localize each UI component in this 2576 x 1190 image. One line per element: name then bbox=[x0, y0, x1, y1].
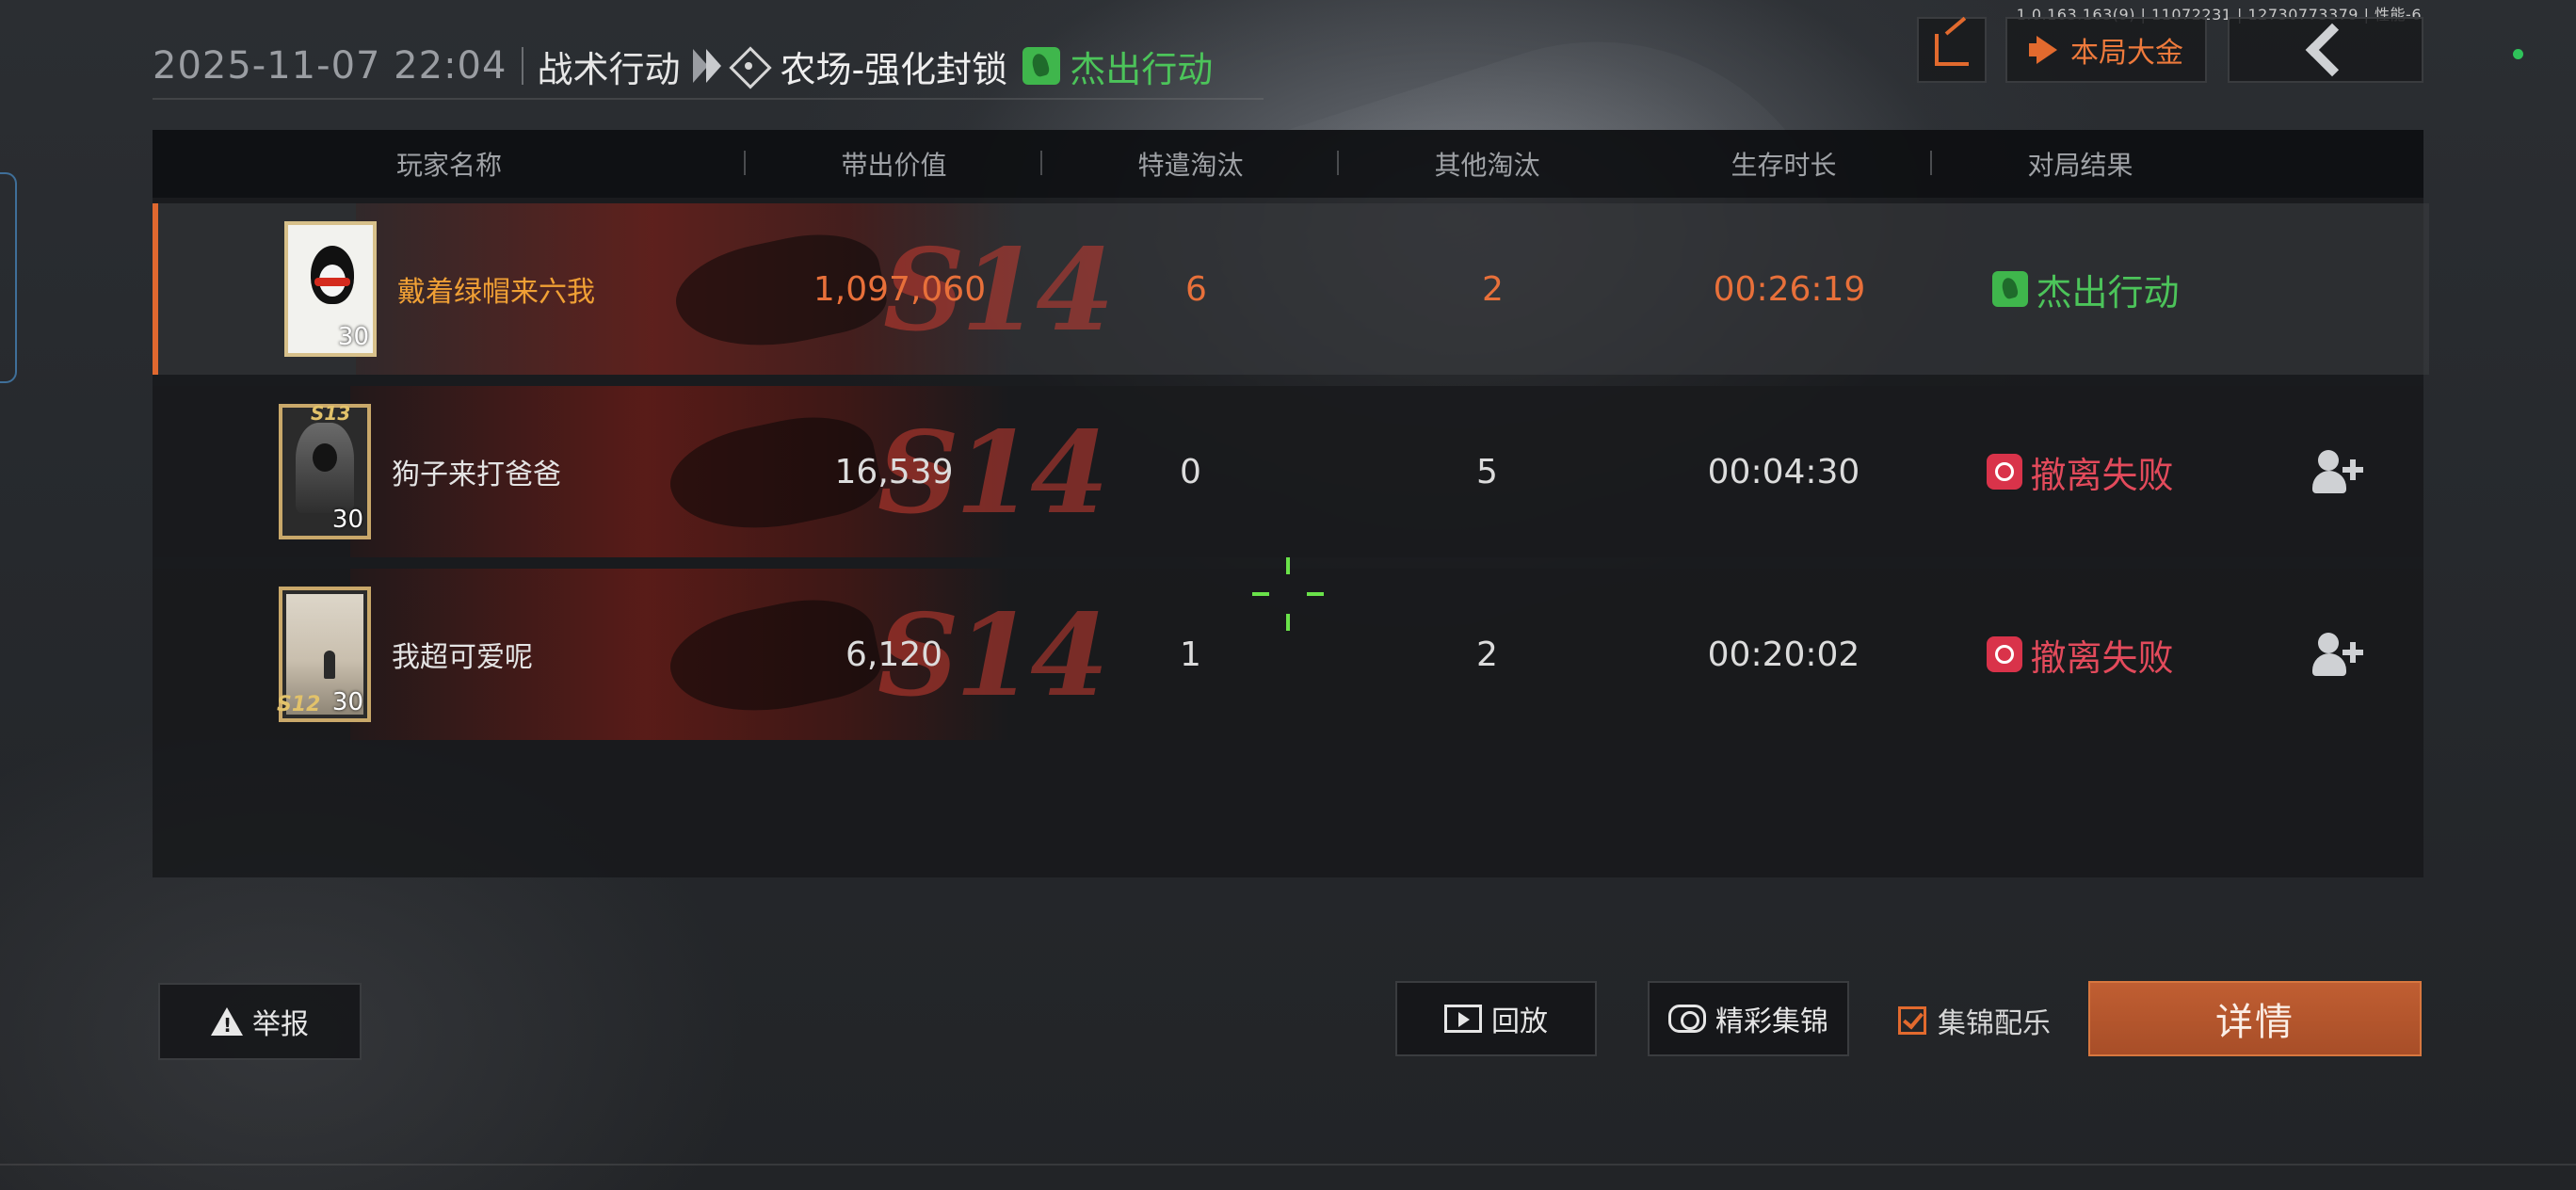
column-header-result: 对局结果 bbox=[2027, 150, 2133, 181]
double-chevron-icon bbox=[693, 49, 722, 83]
megaphone-icon bbox=[2029, 36, 2061, 64]
extract-value: 6,120 bbox=[845, 635, 943, 674]
jackpot-label: 本局大金 bbox=[2070, 37, 2183, 70]
survival-time: 00:26:19 bbox=[1713, 269, 1866, 309]
match-header: 2025-11-07 22:04 战术行动 农场-强化封锁 杰出行动 bbox=[153, 38, 1213, 94]
result-cell: 杰出行动 bbox=[1938, 264, 2234, 315]
match-mode: 战术行动 bbox=[537, 48, 681, 90]
result-cell: 撤离失败 bbox=[1932, 629, 2229, 681]
column-header-player: 玩家名称 bbox=[153, 145, 746, 183]
warning-icon bbox=[211, 1007, 243, 1037]
avatar[interactable]: S13 30 bbox=[279, 402, 371, 539]
map-diamond-icon bbox=[729, 46, 773, 89]
report-label: 举报 bbox=[252, 1008, 309, 1041]
survival-time: 00:04:30 bbox=[1707, 452, 1860, 491]
hooded-figure-avatar-icon bbox=[296, 423, 354, 513]
add-friend-icon[interactable] bbox=[2312, 448, 2367, 497]
column-header-special-kills: 特遣淘汰 bbox=[1042, 145, 1339, 183]
extraction-failed-icon bbox=[1987, 454, 2023, 490]
result-cell: 撤离失败 bbox=[1932, 446, 2229, 498]
result-label: 杰出行动 bbox=[2036, 271, 2180, 314]
header-divider bbox=[522, 47, 524, 85]
replay-label: 回放 bbox=[1491, 1005, 1548, 1038]
player-level: 30 bbox=[337, 323, 369, 351]
outstanding-result-icon bbox=[1022, 47, 1061, 85]
network-status-dot bbox=[2513, 49, 2523, 59]
avatar-season-badge: S12 bbox=[277, 693, 321, 716]
column-header-survival: 生存时长 bbox=[1635, 145, 1932, 183]
result-label: 撤离失败 bbox=[2030, 636, 2174, 679]
scoreboard-table: 玩家名称 带出价值 特遣淘汰 其他淘汰 生存时长 对局结果 S14 30 戴着绿… bbox=[153, 130, 2429, 877]
table-row[interactable]: S14 S12 30 我超可爱呢 6,120 1 2 00:20:02 撤离失败 bbox=[153, 569, 2423, 740]
side-drawer-handle[interactable] bbox=[0, 172, 17, 383]
jackpot-button[interactable]: 本局大金 bbox=[2005, 17, 2207, 83]
survival-time: 00:20:02 bbox=[1707, 635, 1860, 674]
extract-value: 1,097,060 bbox=[813, 269, 987, 309]
match-map: 农场-强化封锁 bbox=[780, 48, 1008, 90]
replay-button[interactable]: 回放 bbox=[1395, 981, 1597, 1056]
outstanding-result-icon bbox=[1992, 271, 2029, 307]
table-row[interactable]: S14 30 戴着绿帽来六我 1,097,060 6 2 00:26:19 杰出… bbox=[153, 203, 2429, 375]
other-kills: 5 bbox=[1476, 452, 1498, 491]
table-row[interactable]: S14 S13 30 狗子来打爸爸 16,539 0 5 00:04:30 撤离… bbox=[153, 386, 2423, 557]
player-cell: 30 戴着绿帽来六我 bbox=[158, 221, 751, 357]
player-cell: S12 30 我超可爱呢 bbox=[153, 587, 746, 722]
player-name: 狗子来打爸爸 bbox=[392, 458, 561, 491]
extract-value: 16,539 bbox=[834, 452, 954, 491]
column-header-other-kills: 其他淘汰 bbox=[1434, 150, 1540, 181]
details-button[interactable]: 详情 bbox=[2088, 981, 2422, 1056]
special-kills: 6 bbox=[1185, 269, 1207, 309]
player-name: 我超可爱呢 bbox=[392, 641, 533, 674]
highlight-reel-icon bbox=[1668, 1005, 1706, 1033]
avatar-season-badge: S13 bbox=[311, 402, 351, 425]
special-kills: 0 bbox=[1180, 452, 1201, 491]
music-label: 集锦配乐 bbox=[1938, 1007, 2051, 1040]
player-level: 30 bbox=[331, 506, 363, 534]
extraction-failed-icon bbox=[1987, 636, 2023, 672]
player-level: 30 bbox=[331, 688, 363, 716]
chevron-left-icon bbox=[2305, 23, 2359, 77]
share-icon bbox=[1935, 34, 1969, 66]
add-friend-icon[interactable] bbox=[2312, 631, 2367, 680]
other-kills: 2 bbox=[1476, 635, 1498, 674]
bottom-divider bbox=[0, 1164, 2576, 1166]
match-datetime: 2025-11-07 22:04 bbox=[153, 44, 507, 88]
player-name: 戴着绿帽来六我 bbox=[397, 276, 595, 309]
avatar[interactable]: S12 30 bbox=[277, 587, 371, 722]
header-underline bbox=[153, 98, 1264, 100]
film-play-icon bbox=[1444, 1005, 1482, 1033]
back-button[interactable] bbox=[2228, 17, 2423, 83]
other-kills: 2 bbox=[1482, 269, 1504, 309]
result-label: 撤离失败 bbox=[2030, 454, 2174, 496]
highlights-label: 精彩集锦 bbox=[1715, 1005, 1828, 1038]
details-label: 详情 bbox=[2215, 1001, 2294, 1044]
music-checkbox[interactable] bbox=[1898, 1006, 1926, 1035]
penguin-avatar-icon bbox=[311, 246, 354, 304]
special-kills: 1 bbox=[1180, 635, 1201, 674]
report-button[interactable]: 举报 bbox=[158, 983, 362, 1060]
share-button[interactable] bbox=[1917, 17, 1987, 83]
match-result: 杰出行动 bbox=[1070, 48, 1214, 90]
highlights-button[interactable]: 精彩集锦 bbox=[1648, 981, 1849, 1056]
highlight-music-option[interactable]: 集锦配乐 bbox=[1898, 1000, 2051, 1041]
player-cell: S13 30 狗子来打爸爸 bbox=[153, 402, 746, 539]
column-header-value: 带出价值 bbox=[746, 145, 1042, 183]
table-header: 玩家名称 带出价值 特遣淘汰 其他淘汰 生存时长 对局结果 bbox=[153, 130, 2423, 198]
avatar[interactable]: 30 bbox=[284, 221, 377, 357]
